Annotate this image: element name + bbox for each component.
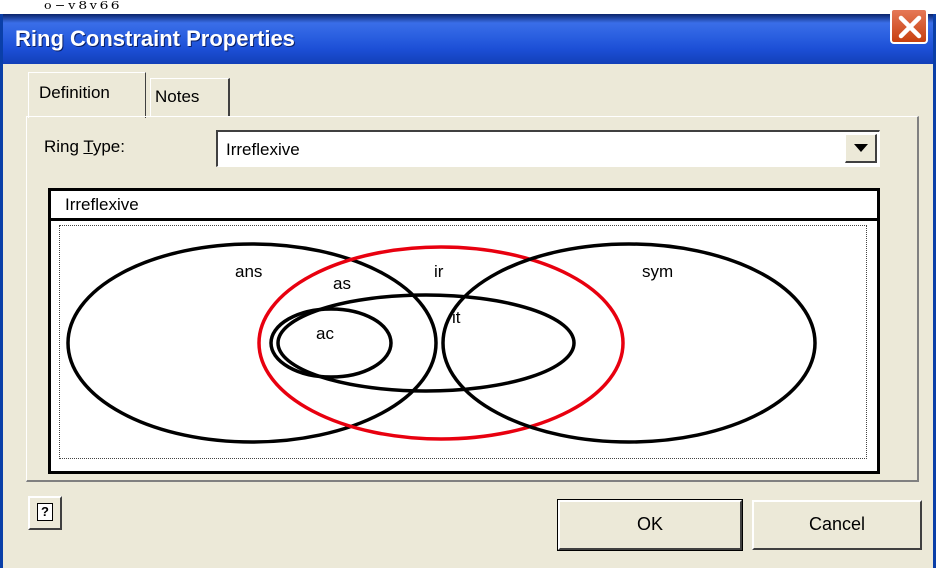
set-sym-label: sym — [642, 262, 674, 281]
ring-diagram-frame: Irreflexive ans as ir sym it ac — [48, 188, 880, 474]
title-bar[interactable]: Ring Constraint Properties — [3, 14, 933, 64]
ok-button[interactable]: OK — [557, 499, 743, 551]
ring-type-value: Irreflexive — [226, 140, 300, 159]
tab-definition[interactable]: Definition — [28, 72, 146, 118]
ring-type-dropdown-button[interactable] — [845, 134, 877, 163]
close-icon — [898, 15, 922, 39]
venn-diagram: ans as ir sym it ac — [59, 225, 867, 459]
window-title: Ring Constraint Properties — [15, 26, 295, 51]
set-ir-label: ir — [434, 262, 444, 281]
clipped-artifact-text: ₒ₋ᵥ₈ᵥ₆₆ — [0, 0, 936, 14]
venn-svg — [66, 242, 817, 444]
set-ans-label: ans — [235, 262, 263, 281]
close-button[interactable] — [890, 8, 928, 44]
set-it-label: it — [452, 308, 461, 327]
help-icon: ? — [37, 503, 53, 521]
diagram-header: Irreflexive — [51, 191, 877, 221]
set-ac-label: ac — [316, 324, 334, 343]
set-sym-ellipse — [441, 242, 817, 444]
cancel-button[interactable]: Cancel — [752, 500, 922, 550]
artifact-glyphs: ₒ₋ᵥ₈ᵥ₆₆ — [44, 0, 123, 14]
help-button[interactable]: ? — [28, 496, 62, 530]
ring-type-label: Ring Type: — [44, 137, 125, 156]
ring-type-accelerator: T — [83, 137, 93, 156]
tab-notes[interactable]: Notes — [150, 78, 230, 116]
tab-definition-label: Definition — [39, 83, 110, 102]
diagram-header-label: Irreflexive — [65, 195, 139, 214]
set-as-label: as — [333, 274, 351, 293]
ring-type-select[interactable]: Irreflexive — [216, 130, 880, 167]
tab-notes-label: Notes — [155, 87, 200, 106]
chevron-down-icon — [854, 144, 868, 152]
